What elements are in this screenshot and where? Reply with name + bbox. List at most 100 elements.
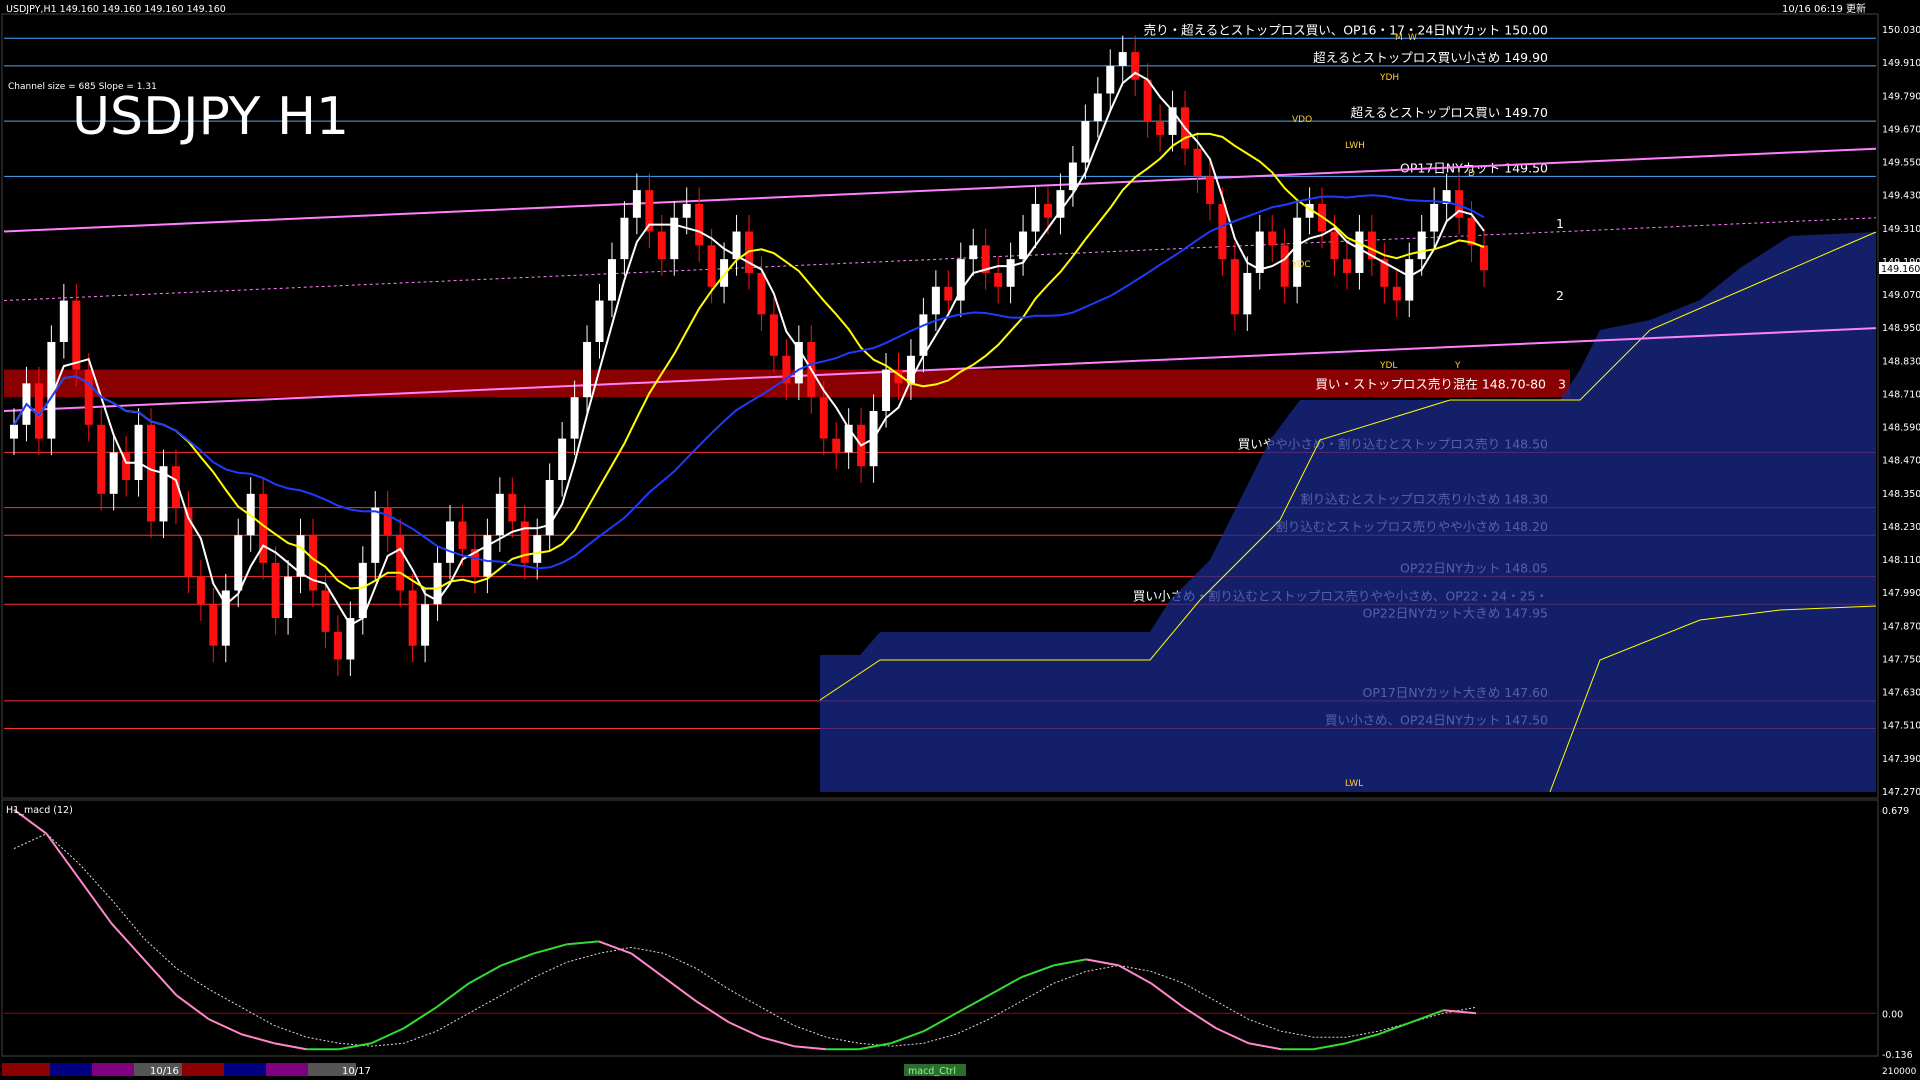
candle-body (396, 535, 405, 591)
price-tick-label: 147.750 (1882, 654, 1920, 665)
candle-body (707, 245, 716, 287)
candle-body (308, 535, 317, 591)
macd-ctrl-label[interactable]: macd_Ctrl (908, 1066, 956, 1077)
price-tick-label: 148.230 (1882, 522, 1920, 533)
candle-body (545, 480, 554, 536)
projection-label-3: 3 (1558, 376, 1566, 391)
price-tick-label: 148.710 (1882, 389, 1920, 400)
candle-body (1218, 203, 1227, 260)
marker-YDL: YDL (1379, 361, 1397, 371)
price-tick-label: 149.550 (1882, 158, 1920, 169)
candle-body (383, 507, 392, 536)
timestamp: 10/16 06:19 更新 (1782, 2, 1866, 15)
candle-body (682, 203, 691, 218)
price-tick-label: 147.870 (1882, 621, 1920, 632)
candle-body (1031, 203, 1040, 232)
price-tick-label: 149.070 (1882, 290, 1920, 301)
candle-body (196, 576, 205, 605)
candle-body (321, 590, 330, 632)
candle-body (1392, 286, 1401, 301)
candle-body (570, 397, 579, 439)
macd-tick-label: 0.679 (1882, 806, 1909, 817)
candle-body (607, 259, 616, 301)
candle-body (408, 590, 417, 646)
price-level-label: 超えるとストップロス買い 149.70 (1351, 105, 1548, 120)
price-tick-label: 149.790 (1882, 91, 1920, 102)
candle-body (97, 424, 106, 494)
bottom-color-strip (2, 1063, 356, 1076)
candle-body (1417, 231, 1426, 260)
price-tick-label: 148.470 (1882, 456, 1920, 467)
price-tick-label: 148.830 (1882, 356, 1920, 367)
projection-label-2: 2 (1556, 288, 1564, 303)
candle-body (421, 604, 430, 646)
candle-body (695, 203, 704, 246)
candle-body (1106, 65, 1115, 94)
price-tick-label: 147.510 (1882, 721, 1920, 732)
candle-body (1268, 231, 1277, 246)
candle-body (371, 507, 380, 563)
candle-body (1081, 121, 1090, 163)
time-label-1017: 10/17 (342, 1066, 371, 1077)
candle-body (72, 300, 81, 370)
candle-body (84, 369, 93, 425)
candle-body (458, 521, 467, 550)
candle-body (1342, 259, 1351, 273)
candle-body (1156, 121, 1165, 135)
candle-body (1330, 231, 1339, 260)
candle-body (209, 604, 218, 646)
marker-LWH: LWH (1345, 141, 1365, 151)
candle-body (134, 424, 143, 481)
price-level-label: 売り・超えるとストップロス買い、OP16・17・24日NYカット 150.00 (1144, 22, 1548, 37)
price-tick-label: 149.430 (1882, 191, 1920, 202)
candle-body (620, 217, 629, 260)
time-label-1016: 10/16 (150, 1066, 179, 1077)
price-tick-label: 147.630 (1882, 688, 1920, 699)
candle-body (657, 231, 666, 260)
chart-canvas: 買い・ストップロス売り混在 148.70-80 3 売り・超えるとストップロス買い… (0, 0, 1920, 1080)
macd-tick-label: 0.00 (1882, 1009, 1903, 1020)
price-tick-label: 149.670 (1882, 124, 1920, 135)
candle-body (10, 424, 18, 439)
price-level-label: 超えるとストップロス買い小さめ 149.90 (1313, 50, 1548, 65)
candle-body (1355, 231, 1364, 273)
marker-Y: Y (1454, 361, 1461, 371)
price-tick-label: 150.030 (1882, 25, 1920, 36)
marker-D: D (1468, 169, 1475, 179)
marker-VDO: VDO (1292, 115, 1312, 125)
macd-tick-label: -0.136 (1882, 1050, 1913, 1061)
candle-body (333, 631, 342, 660)
candle-body (1205, 176, 1214, 204)
candle-body (558, 438, 567, 481)
candle-body (1293, 217, 1302, 287)
candle-body (632, 190, 641, 218)
price-tick-label: 149.910 (1882, 58, 1920, 69)
candle-body (583, 341, 592, 398)
price-tick-label: 148.350 (1882, 489, 1920, 500)
price-tick-label: 148.110 (1882, 555, 1920, 566)
price-tick-label: 148.950 (1882, 323, 1920, 334)
candle-body (944, 286, 953, 301)
candle-body (931, 286, 940, 315)
candle-body (1143, 79, 1152, 122)
candle-body (446, 521, 455, 563)
candle-body (1280, 245, 1289, 287)
candle-body (1405, 259, 1414, 301)
big-title: USDJPY H1 (72, 87, 349, 147)
current-price-text: 149.160 (1881, 264, 1920, 275)
candle-body (1243, 272, 1252, 315)
price-tick-label: 147.390 (1882, 754, 1920, 765)
projection-label-1: 1 (1556, 216, 1564, 231)
bottom-right-value: 210000 (1882, 1067, 1917, 1077)
candle-body (147, 424, 156, 522)
marker-YDC: YDC (1291, 260, 1311, 270)
candle-body (1006, 259, 1015, 287)
price-tick-label: 147.990 (1882, 588, 1920, 599)
support-zone-label: 買い・ストップロス売り混在 148.70-80 (1315, 376, 1546, 391)
price-tick-label: 149.310 (1882, 224, 1920, 235)
candle-body (495, 493, 504, 536)
marker-YDH: YDH (1379, 73, 1399, 83)
candle-body (483, 535, 492, 577)
marker-LWL: LWL (1345, 779, 1363, 789)
candle-body (1193, 148, 1202, 177)
